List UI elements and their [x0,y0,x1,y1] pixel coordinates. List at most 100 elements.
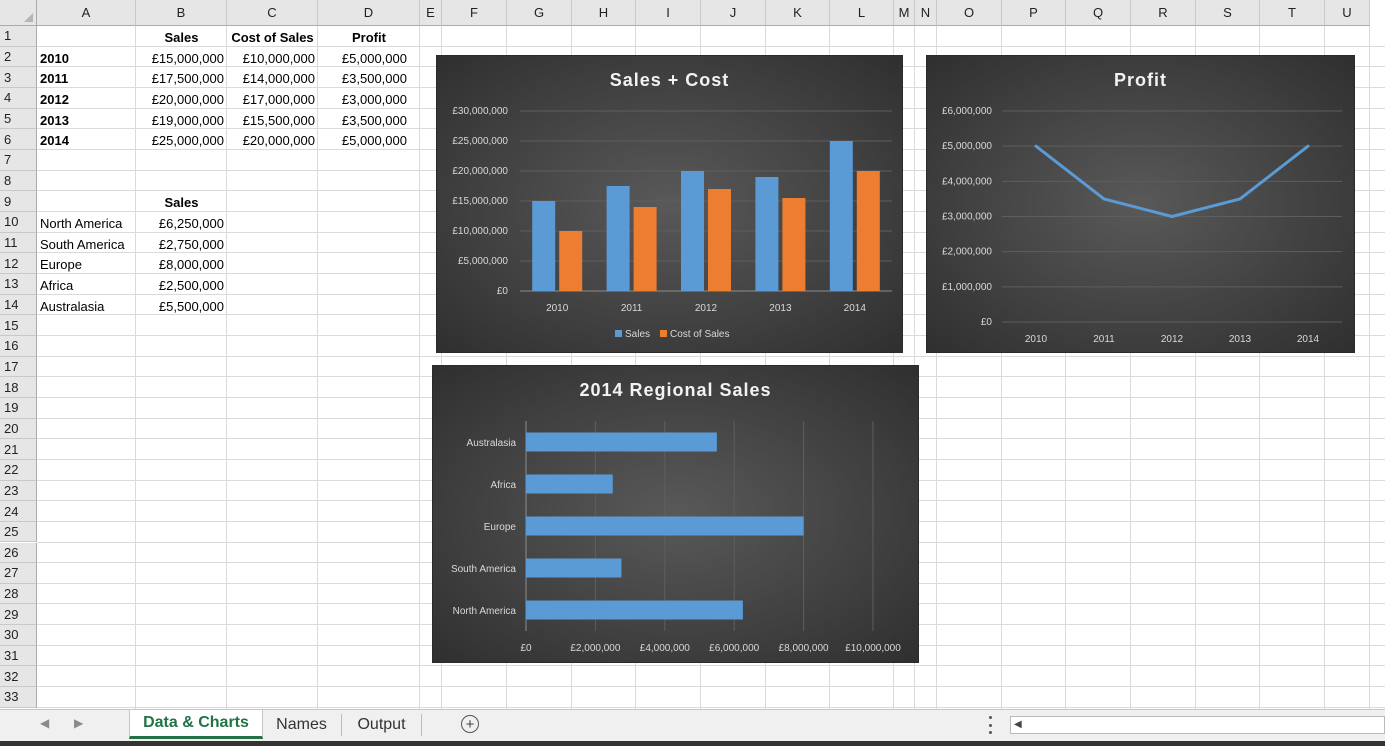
header-regional-sales[interactable]: Sales [136,192,227,213]
column-header[interactable]: H [572,0,636,26]
cost-value[interactable]: £20,000,000 [227,130,318,151]
column-header[interactable]: G [507,0,572,26]
cost-value[interactable]: £15,500,000 [227,110,318,131]
column-header[interactable]: R [1131,0,1196,26]
profit-value[interactable]: £3,000,000 [318,89,410,110]
tab-output[interactable]: Output [342,710,421,739]
column-header[interactable]: U [1325,0,1370,26]
row-header[interactable]: 10 [0,211,37,233]
region-label[interactable]: Africa [37,275,136,296]
year-label[interactable]: 2012 [37,89,136,110]
row-header[interactable]: 14 [0,294,37,316]
column-header[interactable]: D [318,0,420,26]
row-header[interactable]: 24 [0,501,37,522]
column-header[interactable]: C [227,0,318,26]
row-header[interactable]: 23 [0,480,37,502]
sales-cost-chart[interactable]: Sales + Cost £0 £5,000,000 £10,000,000 £15,… [436,55,903,353]
row-header[interactable]: 26 [0,542,37,564]
row-header[interactable]: 28 [0,583,37,605]
tab-names[interactable]: Names [263,710,340,739]
row-header[interactable]: 17 [0,356,37,378]
column-header[interactable]: B [136,0,227,26]
cost-value[interactable]: £14,000,000 [227,68,318,89]
region-sales-value[interactable]: £2,500,000 [136,275,227,296]
column-header[interactable]: F [442,0,507,26]
row-header[interactable]: 32 [0,666,37,688]
region-sales-value[interactable]: £8,000,000 [136,254,227,275]
row-header[interactable]: 13 [0,273,37,295]
cost-value[interactable]: £10,000,000 [227,48,318,69]
row-header[interactable]: 12 [0,253,37,274]
tab-scroll-right-icon[interactable]: ▶ [74,716,83,730]
more-options-icon[interactable] [986,716,994,734]
sales-value[interactable]: £20,000,000 [136,89,227,110]
row-header[interactable]: 16 [0,335,37,357]
tab-data-charts[interactable]: Data & Charts [129,710,263,739]
sales-value[interactable]: £25,000,000 [136,130,227,151]
sales-value[interactable]: £17,500,000 [136,68,227,89]
region-label[interactable]: South America [37,234,136,255]
column-header[interactable]: T [1260,0,1325,26]
cost-value[interactable]: £17,000,000 [227,89,318,110]
column-header[interactable]: J [701,0,766,26]
column-header[interactable]: P [1002,0,1066,26]
row-header[interactable]: 31 [0,645,37,667]
column-header[interactable]: E [420,0,442,26]
year-label[interactable]: 2014 [37,130,136,151]
row-header[interactable]: 20 [0,418,37,440]
region-label[interactable]: North America [37,213,136,234]
row-header[interactable]: 15 [0,315,37,336]
profit-value[interactable]: £3,500,000 [318,110,410,131]
year-label[interactable]: 2013 [37,110,136,131]
row-header[interactable]: 21 [0,439,37,460]
row-header[interactable]: 3 [0,67,37,88]
row-header[interactable]: 11 [0,232,37,254]
row-header[interactable]: 33 [0,687,37,708]
row-header[interactable]: 8 [0,170,37,192]
tab-scroll-left-icon[interactable]: ◀ [40,716,49,730]
profit-value[interactable]: £5,000,000 [318,130,410,151]
horizontal-scrollbar[interactable]: ◀ [1010,716,1385,734]
year-label[interactable]: 2011 [37,68,136,89]
column-header[interactable]: A [37,0,136,26]
year-label[interactable]: 2010 [37,48,136,69]
header-sales[interactable]: Sales [136,27,227,48]
column-header[interactable]: N [915,0,937,26]
spreadsheet-grid[interactable]: ABCDEFGHIJKLMNOPQRSTU 1 2 3 4 5 6 7 8 9 10 11 12 13 1… [0,0,1385,709]
row-header[interactable]: 5 [0,108,37,130]
row-header[interactable]: 9 [0,191,37,212]
new-sheet-icon[interactable]: + [461,715,479,733]
column-header[interactable]: K [766,0,830,26]
header-profit[interactable]: Profit [318,27,420,48]
profit-value[interactable]: £5,000,000 [318,48,410,69]
profit-value[interactable]: £3,500,000 [318,68,410,89]
column-header[interactable]: M [894,0,915,26]
row-header[interactable]: 27 [0,563,37,584]
column-header[interactable]: I [636,0,701,26]
column-header[interactable]: O [937,0,1002,26]
regional-sales-chart[interactable]: 2014 Regional Sales £0 £2,000,000 £4,000,0… [432,365,919,663]
row-header[interactable]: 6 [0,129,37,150]
row-header[interactable]: 18 [0,377,37,398]
column-header[interactable]: Q [1066,0,1131,26]
scroll-left-icon[interactable]: ◀ [1014,719,1022,730]
region-sales-value[interactable]: £6,250,000 [136,213,227,234]
region-label[interactable]: Australasia [37,296,136,317]
row-header[interactable]: 7 [0,149,37,171]
row-header[interactable]: 4 [0,87,37,109]
row-header[interactable]: 29 [0,604,37,626]
row-header[interactable]: 25 [0,521,37,543]
select-all-corner[interactable] [0,0,37,26]
profit-chart[interactable]: Profit £0 £1,000,000 £2,000,000 £3,000,000 £… [926,55,1355,353]
row-header[interactable]: 2 [0,46,37,68]
row-header[interactable]: 22 [0,459,37,481]
row-header[interactable]: 1 [0,26,37,47]
region-sales-value[interactable]: £2,750,000 [136,234,227,255]
row-header[interactable]: 30 [0,625,37,646]
region-label[interactable]: Europe [37,254,136,275]
column-header[interactable]: S [1196,0,1260,26]
sales-value[interactable]: £15,000,000 [136,48,227,69]
sales-value[interactable]: £19,000,000 [136,110,227,131]
row-header[interactable]: 19 [0,397,37,419]
header-cost-of-sales[interactable]: Cost of Sales [227,27,318,48]
